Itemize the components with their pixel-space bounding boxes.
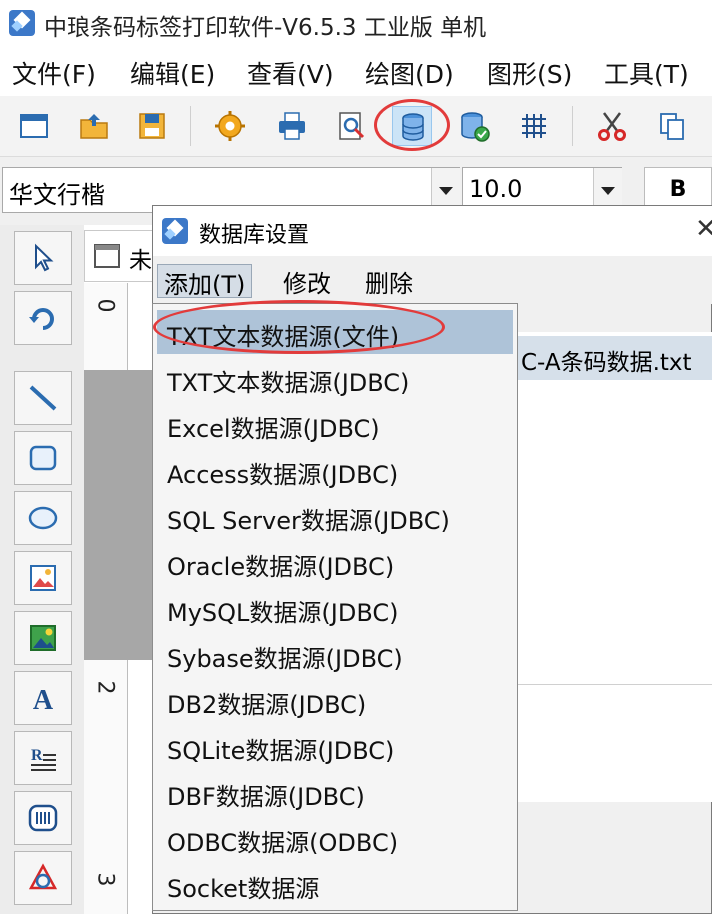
toolbar-separator [572,106,573,146]
font-size-value: 10.0 [469,175,523,203]
select-tool-button[interactable] [14,231,72,285]
dialog-title-bar: 数据库设置 ✕ [153,206,712,256]
menu-item-socket[interactable]: Socket数据源 [157,862,513,906]
rich-text-icon: R [31,747,56,771]
menu-item-sybase-jdbc[interactable]: Sybase数据源(JDBC) [157,632,513,676]
font-family-value: 华文行楷 [9,181,105,209]
cut-button[interactable] [592,106,632,146]
app-logo-icon [162,218,188,244]
richtext-tool-button[interactable]: R [14,731,72,785]
settings-button[interactable] [210,106,250,146]
rectangle-tool-button[interactable] [14,431,72,485]
menu-modify[interactable]: 修改 [283,264,331,298]
datasource-list[interactable] [515,332,712,802]
dialog-title: 数据库设置 [199,223,310,248]
title-bar: 中琅条码标签打印软件-V6.5.3 工业版 单机 [0,0,712,46]
label-canvas-area [84,370,152,660]
add-datasource-menu: TXT文本数据源(文件) TXT文本数据源(JDBC) Excel数据源(JDB… [152,300,518,911]
menu-item-oracle-jdbc[interactable]: Oracle数据源(JDBC) [157,540,513,584]
menu-delete[interactable]: 删除 [365,264,413,298]
list-item[interactable]: C-A条码数据.txt [515,336,712,380]
copy-icon [660,113,684,140]
svg-text:A: A [33,685,54,713]
select-arrow-icon [35,243,54,272]
settings-gear-icon [215,111,245,141]
menu-draw[interactable]: 绘图(D) [365,55,454,91]
menu-item-sqlite-jdbc[interactable]: SQLite数据源(JDBC) [157,724,513,768]
database-connect-icon [461,112,490,142]
barcode-icon [28,804,58,832]
save-icon [139,113,165,139]
ruler-mark: 0 [92,298,118,313]
highlight-circle [153,300,445,354]
print-icon [279,112,305,140]
open-button[interactable] [74,106,114,146]
grid-button[interactable] [514,106,554,146]
menu-item-dbf-jdbc[interactable]: DBF数据源(JDBC) [157,770,513,814]
document-icon [94,244,120,268]
shape-tool-button[interactable] [14,851,72,905]
menu-item-odbc[interactable]: ODBC数据源(ODBC) [157,816,513,860]
image-tool-button[interactable] [14,551,72,605]
picture-icon [30,625,56,651]
menu-item-access-jdbc[interactable]: Access数据源(JDBC) [157,448,513,492]
menu-edit[interactable]: 编辑(E) [130,55,215,91]
grid-icon [522,114,546,138]
menu-file[interactable]: 文件(F) [12,55,96,91]
print-preview-icon [339,112,365,140]
ellipse-tool-button[interactable] [14,491,72,545]
close-icon[interactable]: ✕ [695,214,712,244]
shape-icon [28,863,58,890]
line-icon [29,385,57,411]
line-tool-button[interactable] [14,371,72,425]
tool-palette: A R [0,225,84,914]
menu-view[interactable]: 查看(V) [247,55,334,91]
datasource-name: C-A条码数据.txt [521,350,692,376]
copy-button[interactable] [652,106,692,146]
menu-bar: 文件(F) 编辑(E) 查看(V) 绘图(D) 图形(S) 工具(T) [0,46,712,96]
rounded-rectangle-icon [29,445,57,471]
rotate-tool-button[interactable] [14,291,72,345]
print-preview-button[interactable] [332,106,372,146]
menu-item-db2-jdbc[interactable]: DB2数据源(JDBC) [157,678,513,722]
rotate-icon [29,308,54,330]
database-connect-button[interactable] [454,106,494,146]
print-button[interactable] [272,106,312,146]
barcode-tool-button[interactable] [14,791,72,845]
menu-item-txt-jdbc[interactable]: TXT文本数据源(JDBC) [157,356,513,400]
dialog-menu-bar: 添加(T) 修改 删除 [153,256,712,304]
svg-text:R: R [31,747,43,764]
open-folder-icon [80,114,108,139]
menu-add[interactable]: 添加(T) [157,264,253,299]
highlight-circle [374,99,450,151]
text-icon: A [33,685,54,713]
menu-item-excel-jdbc[interactable]: Excel数据源(JDBC) [157,402,513,446]
ruler-mark: 3 [92,872,118,887]
toolbar-separator [190,106,191,146]
text-tool-button[interactable]: A [14,671,72,725]
ellipse-icon [28,506,58,530]
document-tab-label: 未 [129,248,152,274]
image-icon [30,565,56,591]
save-button[interactable] [132,106,172,146]
window-title: 中琅条码标签打印软件-V6.5.3 工业版 单机 [44,15,487,41]
divider [515,684,712,685]
menu-tools[interactable]: 工具(T) [604,55,689,91]
app-logo-icon [9,10,35,36]
picture-tool-button[interactable] [14,611,72,665]
menu-item-mysql-jdbc[interactable]: MySQL数据源(JDBC) [157,586,513,630]
new-document-button[interactable] [14,106,54,146]
main-toolbar [0,96,712,157]
menu-item-sqlserver-jdbc[interactable]: SQL Server数据源(JDBC) [157,494,513,538]
ruler-mark: 2 [92,680,118,695]
menu-shape[interactable]: 图形(S) [487,55,572,91]
new-document-icon [20,114,48,138]
cut-icon [598,112,626,141]
